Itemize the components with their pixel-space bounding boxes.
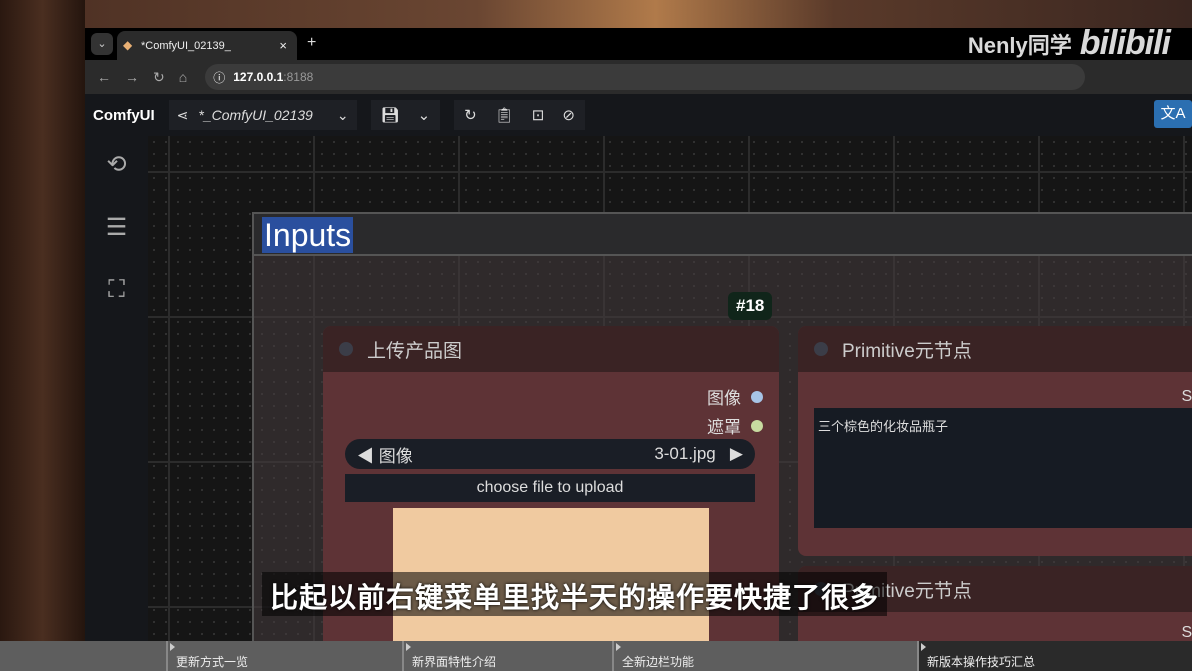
forward-icon[interactable]: → xyxy=(125,69,139,85)
watermark-name: Nenly同学 xyxy=(967,32,1072,58)
group-title-input[interactable]: Inputs xyxy=(254,214,1192,256)
clipboard-edit-icon[interactable]: 📋︎ xyxy=(495,106,514,124)
toolbar: 💾︎ ⌄ xyxy=(370,100,441,130)
output-mask[interactable]: 遮罩 xyxy=(707,413,763,438)
output-label: 遮罩 xyxy=(707,418,741,437)
chapter-marker[interactable]: 新版本操作技巧汇总 xyxy=(917,641,1192,671)
close-tab-icon[interactable]: × xyxy=(279,38,287,53)
workflow-selector[interactable]: ⋖ *_ComfyUI_02139 ⌄ xyxy=(168,100,357,130)
node-title: Primitive元节点 xyxy=(842,340,972,362)
chapter-bar: 更新方式一览 新界面特性介绍 全新边栏功能 新版本操作技巧汇总 xyxy=(0,641,1192,671)
tab-bar: ⌄ ◆ *ComfyUI_02139_ × + Nenly同学 bilibili xyxy=(85,24,1192,62)
chevron-down-icon[interactable]: ⌄ xyxy=(337,107,349,124)
arrow-right-icon[interactable]: ▶ xyxy=(730,444,743,463)
combo-label: 图像 xyxy=(378,446,413,466)
comfy-menubar: ComfyUI ⋖ *_ComfyUI_02139 ⌄ 💾︎ ⌄ ↻ 📋︎ ⊡ … xyxy=(85,94,1192,136)
prompt-textarea[interactable]: 三个棕色的化妆品瓶子 xyxy=(814,408,1192,528)
site-info-icon[interactable]: ⓘ xyxy=(213,69,225,86)
chevron-down-icon[interactable]: ⌄ xyxy=(418,106,431,124)
chapter-label: 更新方式一览 xyxy=(176,655,249,669)
collapse-dot-icon[interactable] xyxy=(339,342,353,356)
translate-icon: 文A xyxy=(1160,105,1186,122)
url-host: 127.0.0.1 xyxy=(233,70,284,84)
output-label: 图像 xyxy=(707,389,741,408)
translate-button[interactable]: 文A xyxy=(1154,100,1192,128)
reload-icon[interactable]: ↻ xyxy=(153,69,165,86)
primitive-node[interactable]: Primitive元节点 STRI 三个棕色的化妆品瓶子 xyxy=(798,326,1192,556)
url-port: :8188 xyxy=(283,70,314,84)
chapter-label: 新界面特性介绍 xyxy=(412,655,497,669)
chapter-label: 新版本操作技巧汇总 xyxy=(927,655,1036,669)
history-icon[interactable]: ⟲ xyxy=(106,150,126,179)
video-subtitle: 比起以前右键菜单里找半天的操作要快捷了很多 xyxy=(262,572,888,616)
toolbar-actions: ↻ 📋︎ ⊡ ⊘ xyxy=(454,100,585,130)
chapter-label: 全新边栏功能 xyxy=(622,655,695,669)
group-title-text: Inputs xyxy=(262,217,354,253)
arrow-left-icon[interactable]: ◀ xyxy=(357,447,374,466)
image-combo-widget[interactable]: ◀ 图像 3-01.jpg ▶ xyxy=(345,439,755,469)
back-icon[interactable]: ← xyxy=(97,69,111,85)
address-bar: ← → ↻ ⌂ ⓘ 127.0.0.1:8188 xyxy=(85,60,1192,94)
share-icon[interactable]: ⋖ xyxy=(177,107,189,124)
cancel-icon[interactable]: ⊘ xyxy=(562,106,575,124)
node-title: 上传产品图 xyxy=(367,340,463,362)
combo-value: 3-01.jpg xyxy=(654,444,716,463)
output-label[interactable]: STRI xyxy=(1182,624,1192,641)
home-icon[interactable]: ⌂ xyxy=(179,69,187,85)
refresh-icon[interactable]: ↻ xyxy=(464,106,477,124)
favicon-icon: ◆ xyxy=(123,38,133,52)
queue-list-icon[interactable]: ☰ xyxy=(106,213,128,242)
output-slot-icon[interactable] xyxy=(751,390,763,403)
workflow-name: *_ComfyUI_02139 xyxy=(198,107,313,123)
output-slot-icon[interactable] xyxy=(751,419,763,432)
tab-search-button[interactable]: ⌄ xyxy=(91,33,113,55)
graph-canvas[interactable]: Inputs #18 上传产品图 图像 遮罩 ◀ 图像 3-01.jpg ▶ c… xyxy=(148,136,1192,641)
browser-tab[interactable]: ◆ *ComfyUI_02139_ × xyxy=(117,31,297,60)
output-label[interactable]: STRI xyxy=(1182,388,1192,406)
save-icon[interactable]: 💾︎ xyxy=(381,106,400,124)
collapse-dot-icon[interactable] xyxy=(814,342,828,356)
chapter-marker[interactable]: 更新方式一览 xyxy=(166,641,248,671)
node-library-icon[interactable]: ⛶ xyxy=(108,276,125,304)
video-background-left xyxy=(0,0,85,671)
chapter-marker[interactable]: 全新边栏功能 xyxy=(612,641,694,671)
chapter-marker[interactable]: 新界面特性介绍 xyxy=(402,641,496,671)
bilibili-logo: bilibili xyxy=(1079,24,1171,62)
watermark: Nenly同学 bilibili xyxy=(967,24,1171,63)
browser-window: ⌄ ◆ *ComfyUI_02139_ × + Nenly同学 bilibili… xyxy=(85,24,1192,641)
upload-button[interactable]: choose file to upload xyxy=(345,474,755,502)
sidebar: ⟲ ☰ ⛶ xyxy=(85,136,148,641)
new-tab-button[interactable]: + xyxy=(307,34,316,52)
node-id-badge: #18 xyxy=(728,292,773,320)
url-input[interactable]: ⓘ 127.0.0.1:8188 xyxy=(205,64,1086,90)
output-image[interactable]: 图像 xyxy=(707,384,763,409)
fit-view-icon[interactable]: ⊡ xyxy=(532,106,545,124)
app-logo: ComfyUI xyxy=(93,106,155,124)
tab-title: *ComfyUI_02139_ xyxy=(141,40,231,52)
